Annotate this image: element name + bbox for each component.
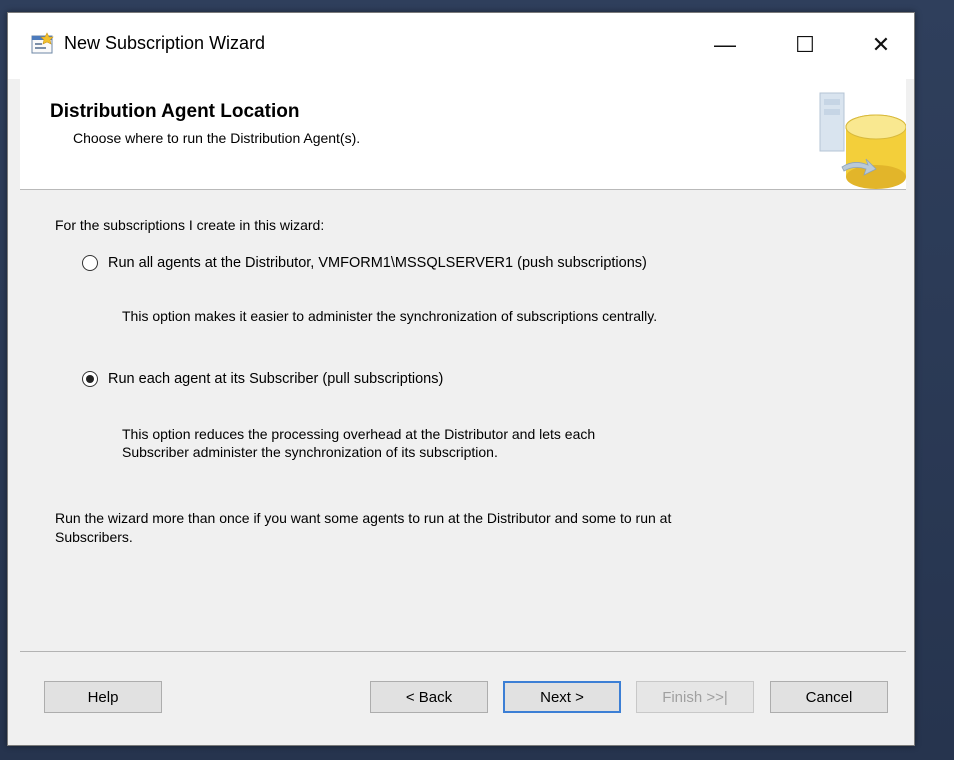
next-button-label: Next > xyxy=(540,688,584,706)
wizard-window: New Subscription Wizard — ☐ ✕ Distributi… xyxy=(7,12,915,746)
push-subscription-option[interactable]: Run all agents at the Distributor, VMFOR… xyxy=(82,255,647,271)
pull-subscription-option[interactable]: Run each agent at its Subscriber (pull s… xyxy=(82,371,443,387)
close-icon: ✕ xyxy=(871,32,891,57)
pull-option-description: This option reduces the processing overh… xyxy=(122,425,595,461)
database-server-icon xyxy=(814,79,906,189)
minimize-icon: — xyxy=(714,32,736,57)
help-button-label: Help xyxy=(87,688,119,706)
pull-description-line-1: This option reduces the processing overh… xyxy=(122,426,596,442)
footnote-line-2: Subscribers. xyxy=(55,529,133,545)
push-description-line: This option makes it easier to administe… xyxy=(122,308,658,324)
title-bar[interactable]: New Subscription Wizard — ☐ ✕ xyxy=(8,13,914,79)
maximize-button[interactable]: ☐ xyxy=(778,27,832,63)
finish-button-label: Finish >>| xyxy=(662,688,728,706)
cancel-button-label: Cancel xyxy=(805,688,853,706)
finish-button[interactable]: Finish >>| xyxy=(636,681,754,713)
next-button[interactable]: Next > xyxy=(503,681,621,713)
intro-text: For the subscriptions I create in this w… xyxy=(55,217,325,233)
pull-description-line-2: Subscriber administer the synchronizatio… xyxy=(122,444,498,460)
pull-radio-button[interactable] xyxy=(82,371,98,387)
footnote-line-1: Run the wizard more than once if you wan… xyxy=(55,510,672,526)
back-button[interactable]: < Back xyxy=(370,681,488,713)
push-radio-button[interactable] xyxy=(82,255,98,271)
footnote-text: Run the wizard more than once if you wan… xyxy=(55,509,855,547)
push-option-label[interactable]: Run all agents at the Distributor, VMFOR… xyxy=(108,255,647,271)
page-title: Distribution Agent Location xyxy=(50,101,300,122)
wizard-app-icon xyxy=(30,32,54,56)
back-button-label: < Back xyxy=(405,688,453,706)
window-title: New Subscription Wizard xyxy=(64,33,266,53)
maximize-icon: ☐ xyxy=(795,32,815,57)
pull-option-label[interactable]: Run each agent at its Subscriber (pull s… xyxy=(108,371,443,387)
wizard-header: Distribution Agent Location Choose where… xyxy=(20,79,906,190)
close-button[interactable]: ✕ xyxy=(854,27,908,63)
help-button[interactable]: Help xyxy=(44,681,162,713)
page-subtitle: Choose where to run the Distribution Age… xyxy=(73,130,361,146)
push-option-description: This option makes it easier to administe… xyxy=(122,307,657,325)
minimize-button[interactable]: — xyxy=(698,27,752,63)
footer-divider xyxy=(20,651,906,652)
cancel-button[interactable]: Cancel xyxy=(770,681,888,713)
